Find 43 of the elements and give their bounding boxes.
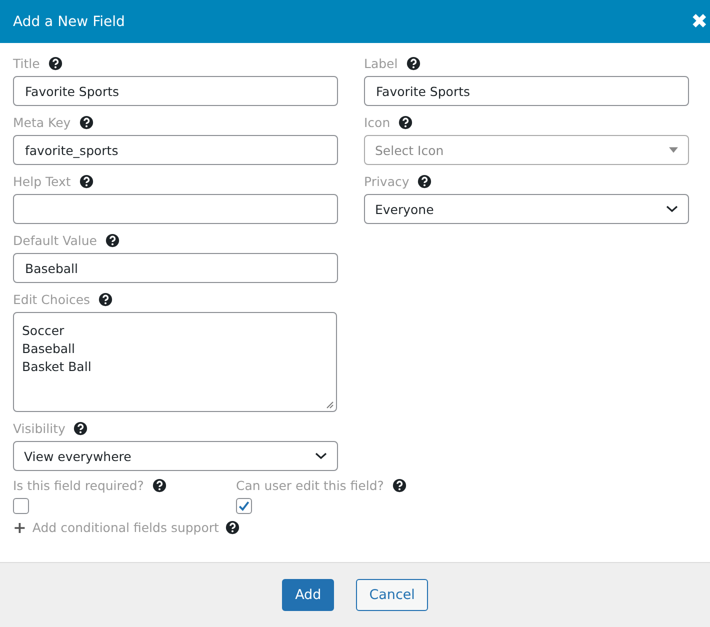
help-icon[interactable] xyxy=(98,292,114,306)
help-icon[interactable] xyxy=(224,520,240,535)
icon-dropdown[interactable]: Select Icon xyxy=(364,135,689,165)
field-label: Title xyxy=(13,56,40,70)
text-field[interactable]: Baseball xyxy=(13,253,338,283)
field-label: Privacy xyxy=(364,174,410,188)
help-icon[interactable] xyxy=(417,174,432,188)
chevron-down-icon xyxy=(666,205,678,213)
dropdown[interactable]: View everywhere xyxy=(13,441,338,471)
help-icon[interactable] xyxy=(78,174,94,188)
help-icon[interactable] xyxy=(48,56,63,70)
resize-grip-icon[interactable] xyxy=(326,401,334,409)
checkbox-label: Can user edit this field? xyxy=(236,478,384,492)
text-field[interactable]: Favorite Sports xyxy=(13,76,338,106)
field-label: Label xyxy=(364,56,398,70)
plus-icon[interactable]: + xyxy=(13,520,26,534)
checkbox[interactable] xyxy=(13,498,29,514)
add-button[interactable]: Add xyxy=(282,579,334,611)
caret-icon xyxy=(669,147,678,153)
dropdown[interactable]: Everyone xyxy=(364,194,689,224)
chevron-down-icon xyxy=(315,452,327,460)
field-label: Visibility xyxy=(13,420,66,436)
help-icon[interactable] xyxy=(73,420,88,436)
help-icon[interactable] xyxy=(398,114,414,130)
field-label: Default Value xyxy=(13,232,97,248)
text-field[interactable]: favorite_sports xyxy=(13,135,338,165)
help-icon[interactable] xyxy=(152,478,167,492)
help-icon[interactable] xyxy=(104,232,120,248)
help-icon[interactable] xyxy=(392,478,407,492)
field-label: Help Text xyxy=(13,174,71,188)
cancel-button[interactable]: Cancel xyxy=(356,579,428,611)
close-button[interactable]: ✖ xyxy=(689,9,710,34)
text-area[interactable]: Soccer Baseball Basket Ball xyxy=(13,312,337,412)
field-label: Edit Choices xyxy=(13,292,90,306)
field-label: Meta Key xyxy=(13,114,71,130)
text-field[interactable] xyxy=(13,194,338,224)
checkbox-label: Is this field required? xyxy=(13,478,144,492)
help-icon[interactable] xyxy=(78,114,94,130)
checkbox[interactable] xyxy=(236,498,252,514)
help-icon[interactable] xyxy=(406,56,421,70)
dialog-title: Add a New Field xyxy=(13,14,125,30)
field-label: Icon xyxy=(364,114,390,130)
text-field[interactable]: Favorite Sports xyxy=(364,76,689,106)
